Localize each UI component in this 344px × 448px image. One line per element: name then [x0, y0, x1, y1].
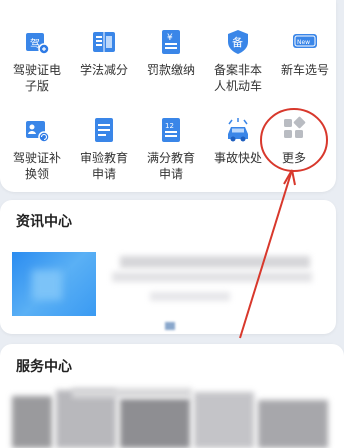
news-headline-blurred: [120, 256, 310, 268]
service-label: 驾驶证补 换领: [12, 151, 61, 181]
car-accident-icon: [228, 118, 248, 142]
service-label: 满分教育 申请: [146, 151, 195, 181]
svg-text:12: 12: [165, 122, 174, 130]
document-icon: [95, 118, 113, 142]
driving-license-card-icon: 驾: [26, 33, 49, 55]
services-card: 驾 驾驶证电 子版 学法减分 ¥ 罚款缴纳 备 备案非本 人机动车 New 新车…: [0, 0, 336, 192]
license-replace-icon: [26, 121, 49, 143]
service-label: 驾驶证电 子版: [12, 63, 61, 93]
svg-text:¥: ¥: [167, 33, 173, 43]
annotation-circle: [260, 108, 328, 172]
svg-text:New: New: [297, 39, 310, 46]
service-label: 学法减分: [79, 63, 128, 77]
news-center-card: 资讯中心: [0, 200, 336, 334]
news-thumbnail: [12, 252, 96, 316]
service-label: 备案非本 人机动车: [213, 63, 262, 93]
svg-text:备: 备: [232, 35, 243, 49]
news-line-blurred: [112, 272, 312, 282]
news-item[interactable]: [0, 244, 336, 330]
news-center-title: 资讯中心: [16, 214, 72, 230]
service-center-card: 服务中心: [0, 344, 344, 448]
service-label: 新车选号: [280, 63, 329, 77]
news-meta-blurred: [150, 292, 230, 301]
news-indicator: [165, 322, 175, 330]
calendar-document-icon: 12: [162, 118, 180, 142]
service-center-content-blurred[interactable]: [12, 388, 332, 448]
new-plate-icon: New: [293, 34, 317, 48]
book-icon: [93, 32, 115, 52]
fine-payment-icon: ¥: [162, 30, 180, 54]
shield-icon: 备: [228, 30, 248, 54]
service-center-title: 服务中心: [16, 359, 72, 375]
service-label: 罚款缴纳: [146, 63, 195, 77]
service-label: 审验教育 申请: [79, 151, 128, 181]
